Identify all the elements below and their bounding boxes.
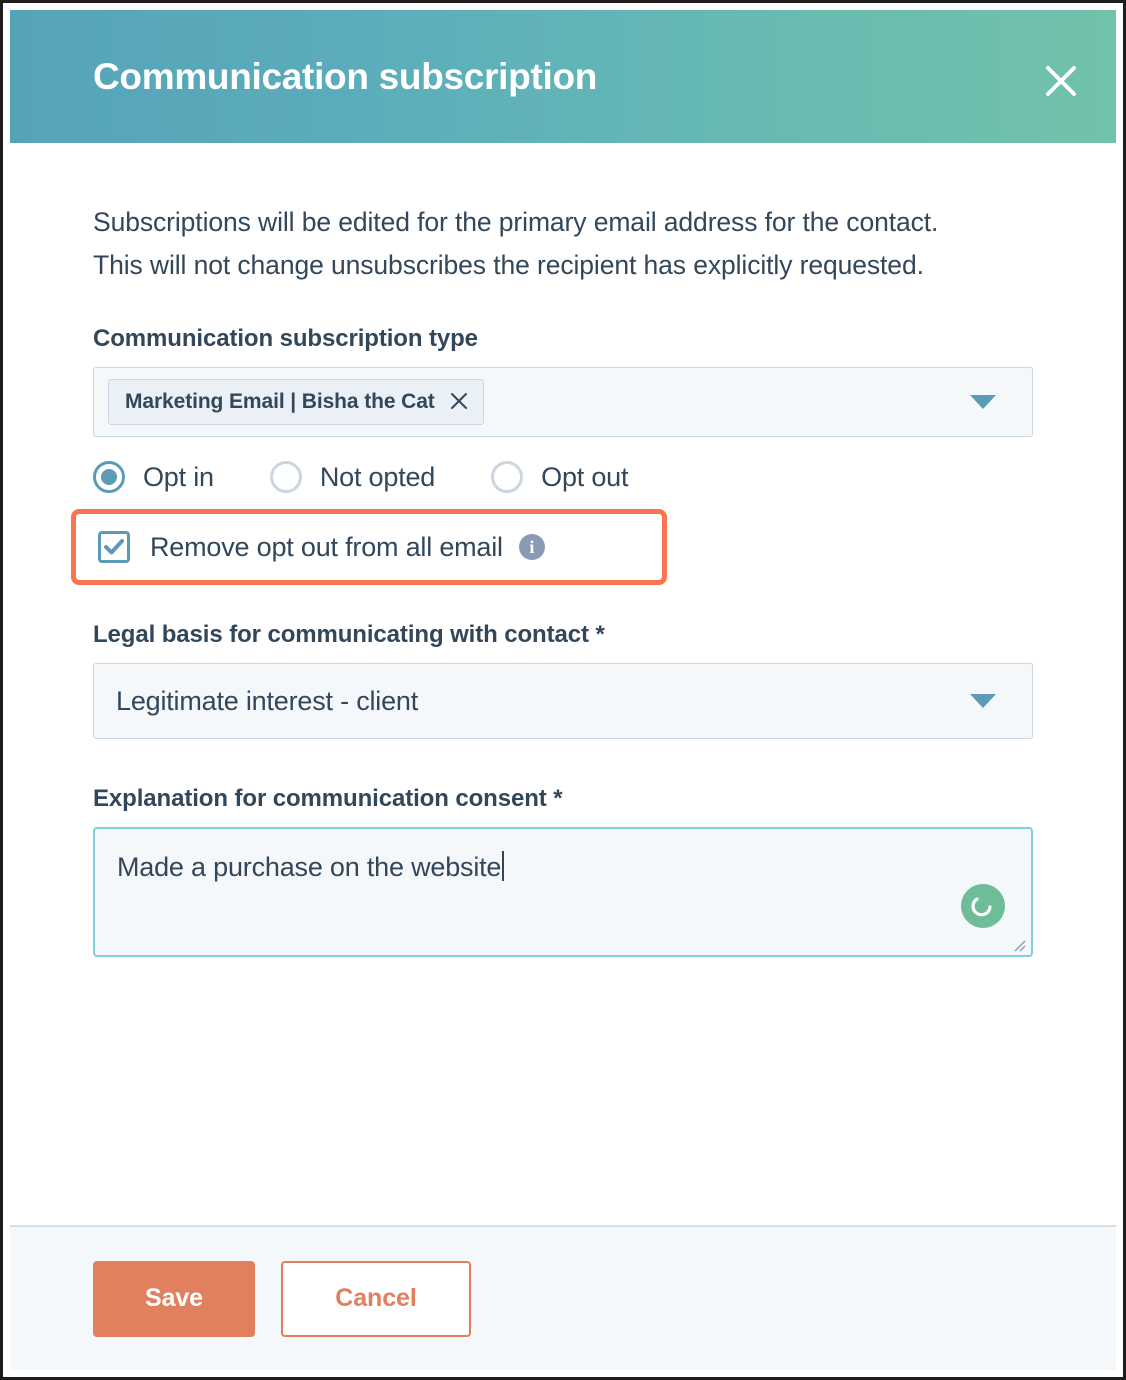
subscription-token-label: Marketing Email | Bisha the Cat [125, 390, 435, 414]
explanation-field: Explanation for communication consent * … [93, 785, 1033, 958]
chevron-down-icon[interactable] [970, 694, 996, 709]
radio-label: Opt out [541, 461, 629, 492]
radio-label: Not opted [319, 461, 436, 492]
subscription-token: Marketing Email | Bisha the Cat [108, 379, 484, 426]
remove-opt-out-checkbox[interactable] [98, 531, 130, 564]
checkmark-icon [103, 536, 125, 558]
legal-basis-value: Legitimate interest - client [116, 685, 419, 716]
intro-line-2: This will not change unsubscribes the re… [93, 250, 924, 281]
close-icon [1044, 64, 1078, 98]
chevron-down-icon[interactable] [970, 395, 996, 410]
radio-option-opt-out[interactable]: Opt out [491, 461, 629, 494]
explanation-value: Made a purchase on the website [117, 852, 502, 883]
radio-option-opt-in[interactable]: Opt in [93, 461, 214, 494]
resize-handle[interactable] [1011, 937, 1027, 953]
subscription-type-label: Communication subscription type [93, 325, 478, 353]
modal-footer: Save Cancel [10, 1225, 1116, 1370]
close-icon [449, 391, 469, 414]
legal-basis-label: Legal basis for communicating with conta… [93, 621, 605, 649]
communication-subscription-modal: Communication subscription Subscriptions… [10, 10, 1116, 1370]
radio-indicator[interactable] [491, 461, 524, 494]
radio-indicator[interactable] [269, 461, 302, 494]
remove-opt-out-label: Remove opt out from all email [150, 531, 503, 562]
cancel-button[interactable]: Cancel [281, 1260, 471, 1337]
legal-basis-select[interactable]: Legitimate interest - client [93, 663, 1033, 740]
opt-status-radio-group: Opt in Not opted Opt out [93, 461, 1033, 494]
radio-indicator[interactable] [93, 461, 125, 494]
save-button[interactable]: Save [93, 1260, 255, 1337]
screenshot-root: Communication subscription Subscriptions… [0, 0, 1126, 1380]
close-button[interactable] [1034, 54, 1088, 108]
legal-basis-field: Legal basis for communicating with conta… [93, 621, 1033, 740]
explanation-label: Explanation for communication consent * [93, 785, 563, 813]
intro-line-1: Subscriptions will be edited for the pri… [93, 207, 939, 237]
explanation-textarea[interactable]: Made a purchase on the website [93, 827, 1033, 958]
loading-spinner-icon [961, 884, 1005, 929]
modal-body: Subscriptions will be edited for the pri… [10, 143, 1116, 1225]
page-title: Communication subscription [93, 56, 598, 97]
radio-option-not-opted[interactable]: Not opted [269, 461, 436, 494]
remove-opt-out-highlight: Remove opt out from all email i [71, 509, 667, 586]
remove-token-button[interactable] [449, 391, 469, 414]
info-icon[interactable]: i [518, 534, 545, 561]
radio-label: Opt in [143, 461, 214, 492]
modal-header: Communication subscription [10, 10, 1116, 143]
intro-text: Subscriptions will be edited for the pri… [93, 201, 1033, 287]
subscription-type-multiselect[interactable]: Marketing Email | Bisha the Cat [93, 367, 1033, 438]
subscription-type-field: Communication subscription type Marketin… [93, 325, 1033, 438]
text-cursor [502, 851, 505, 882]
